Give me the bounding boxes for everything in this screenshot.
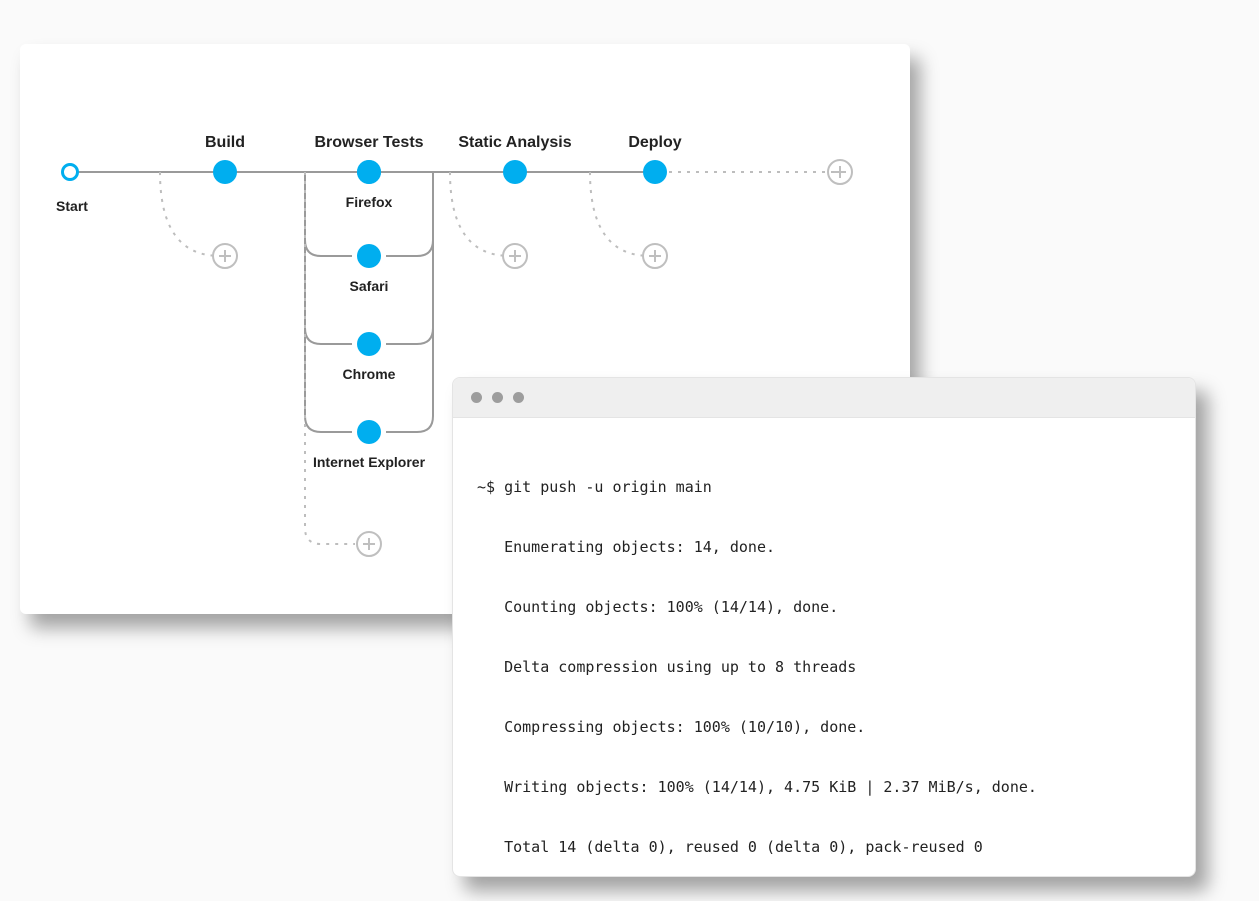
add-parallel-browser[interactable] <box>356 531 382 557</box>
browser-sub-label-firefox: Firefox <box>346 194 393 210</box>
add-parallel-static[interactable] <box>502 243 528 269</box>
browser-sub-label-ie: Internet Explorer <box>313 454 425 470</box>
traffic-light-minimize-icon[interactable] <box>492 392 503 403</box>
browser-sub-node-safari[interactable] <box>357 244 381 268</box>
stage-title-static-analysis: Static Analysis <box>458 134 571 152</box>
terminal-body[interactable]: ~$ git push -u origin main Enumerating o… <box>453 418 1195 877</box>
add-parallel-deploy[interactable] <box>642 243 668 269</box>
traffic-light-close-icon[interactable] <box>471 392 482 403</box>
terminal-line: Total 14 (delta 0), reused 0 (delta 0), … <box>477 832 1171 862</box>
traffic-light-zoom-icon[interactable] <box>513 392 524 403</box>
terminal-window: ~$ git push -u origin main Enumerating o… <box>452 377 1196 877</box>
stage-node-build[interactable] <box>213 160 237 184</box>
start-label: Start <box>56 198 88 214</box>
terminal-line: Counting objects: 100% (14/14), done. <box>477 592 1171 622</box>
browser-sub-node-chrome[interactable] <box>357 332 381 356</box>
terminal-line: Compressing objects: 100% (10/10), done. <box>477 712 1171 742</box>
stage-node-deploy[interactable] <box>643 160 667 184</box>
stage-title-deploy: Deploy <box>628 134 681 152</box>
terminal-line: Delta compression using up to 8 threads <box>477 652 1171 682</box>
add-stage-button[interactable] <box>827 159 853 185</box>
stage-node-static-analysis[interactable] <box>503 160 527 184</box>
terminal-line: Enumerating objects: 14, done. <box>477 532 1171 562</box>
terminal-line: Writing objects: 100% (14/14), 4.75 KiB … <box>477 772 1171 802</box>
terminal-titlebar <box>453 378 1195 418</box>
stage-title-browser-tests: Browser Tests <box>314 134 423 152</box>
terminal-line: ~$ git push -u origin main <box>477 472 1171 502</box>
start-node[interactable] <box>61 163 79 181</box>
browser-sub-node-ie[interactable] <box>357 420 381 444</box>
browser-sub-label-chrome: Chrome <box>343 366 396 382</box>
stage-title-build: Build <box>205 134 245 152</box>
add-parallel-build[interactable] <box>212 243 238 269</box>
browser-sub-label-safari: Safari <box>350 278 389 294</box>
